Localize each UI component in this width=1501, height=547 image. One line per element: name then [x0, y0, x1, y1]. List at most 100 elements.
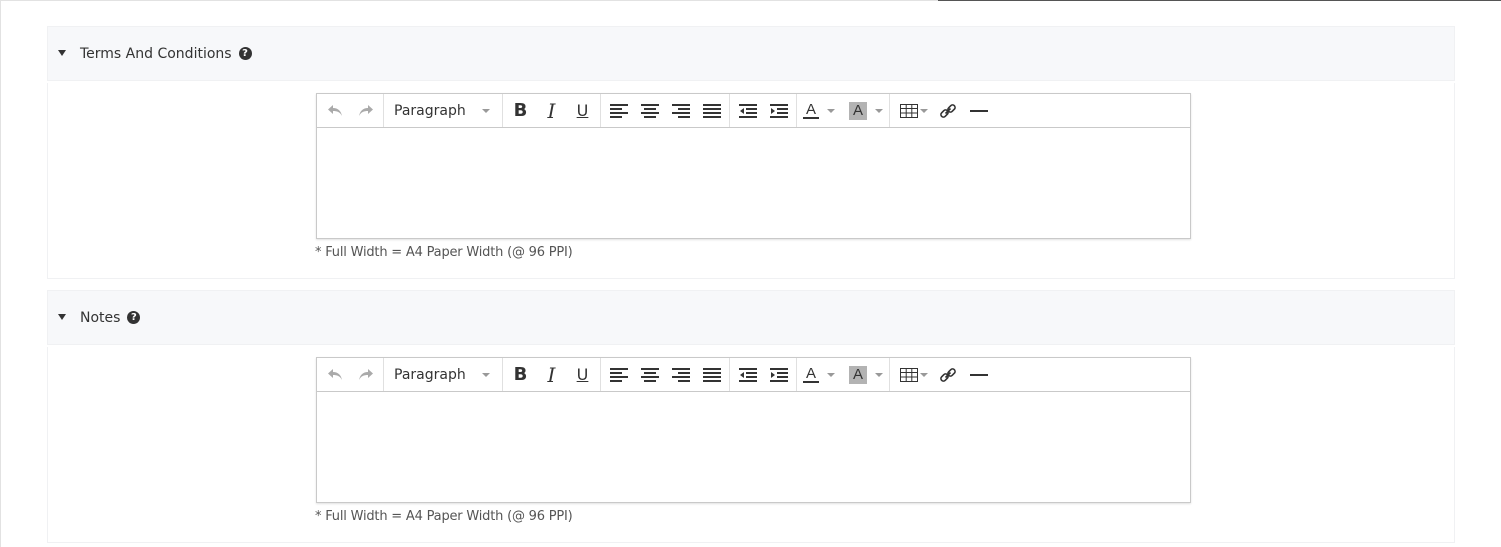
question-circle-icon[interactable]: ?: [238, 47, 252, 60]
table-button[interactable]: [892, 95, 932, 127]
indent-group: [730, 94, 797, 127]
text-color-icon: A: [803, 366, 819, 383]
text-color-button[interactable]: A: [799, 359, 839, 391]
background-color-button[interactable]: A: [845, 95, 887, 127]
width-footnote: * Full Width = A4 Paper Width (@ 96 PPI): [315, 245, 573, 260]
indent-button[interactable]: [763, 359, 794, 391]
style-group: B I U: [503, 358, 601, 391]
outdent-button[interactable]: [732, 95, 763, 127]
redo-icon: [358, 368, 373, 380]
underline-icon: U: [576, 365, 589, 384]
italic-button[interactable]: I: [536, 359, 567, 391]
question-circle-icon[interactable]: ?: [127, 311, 141, 324]
underline-icon: U: [576, 101, 589, 120]
style-group: B I U: [503, 94, 601, 127]
block-format-label: Paragraph: [394, 366, 466, 383]
chevron-down-icon[interactable]: [875, 108, 883, 113]
redo-button[interactable]: [350, 359, 381, 391]
background-color-icon: A: [849, 365, 867, 384]
align-center-button[interactable]: [634, 95, 665, 127]
redo-button[interactable]: [350, 95, 381, 127]
undo-icon: [327, 104, 342, 116]
insert-group: [890, 94, 996, 127]
notes-section-body: Paragraph B I U A A * Full Width = A4 Pa…: [47, 347, 1455, 543]
horizontal-rule-button[interactable]: [963, 95, 994, 127]
table-button[interactable]: [892, 359, 932, 391]
indent-button[interactable]: [763, 95, 794, 127]
link-button[interactable]: [932, 359, 963, 391]
block-format-select[interactable]: Paragraph: [386, 95, 500, 127]
align-center-icon: [640, 367, 659, 382]
notes-section: Notes ? Paragraph B I U A A * Full Width…: [47, 290, 1455, 543]
editor-toolbar: Paragraph B I U A A: [317, 358, 1190, 392]
table-icon: [900, 103, 918, 118]
horizontal-rule-icon: [969, 109, 988, 112]
format-group: Paragraph: [384, 94, 503, 127]
horizontal-rule-icon: [969, 373, 988, 376]
chevron-down-icon: [482, 108, 490, 113]
editor-content-area[interactable]: [317, 128, 1190, 238]
rich-text-editor: Paragraph B I U A A: [316, 357, 1191, 503]
underline-button[interactable]: U: [567, 95, 598, 127]
block-format-label: Paragraph: [394, 102, 466, 119]
chevron-down-icon[interactable]: [920, 372, 928, 377]
editor-content-area[interactable]: [317, 392, 1190, 502]
top-divider: [938, 0, 1501, 1]
indent-icon: [769, 103, 788, 118]
link-button[interactable]: [932, 95, 963, 127]
undo-button[interactable]: [319, 95, 350, 127]
chevron-down-icon: [482, 372, 490, 377]
undo-icon: [327, 368, 342, 380]
collapse-caret-icon[interactable]: [58, 49, 66, 56]
bold-button[interactable]: B: [505, 359, 536, 391]
chevron-down-icon[interactable]: [827, 372, 835, 377]
align-justify-button[interactable]: [696, 359, 727, 391]
color-group: A A: [797, 94, 890, 127]
section-title: Notes: [80, 309, 121, 326]
align-justify-button[interactable]: [696, 95, 727, 127]
background-color-glyph: A: [852, 101, 863, 119]
block-format-select[interactable]: Paragraph: [386, 359, 500, 391]
underline-button[interactable]: U: [567, 359, 598, 391]
background-color-button[interactable]: A: [845, 359, 887, 391]
align-justify-icon: [702, 103, 721, 118]
align-center-button[interactable]: [634, 359, 665, 391]
bold-icon: B: [513, 364, 528, 385]
text-color-icon: A: [803, 100, 819, 119]
format-group: Paragraph: [384, 358, 503, 391]
align-right-icon: [671, 367, 690, 382]
italic-icon: I: [547, 98, 556, 123]
align-right-button[interactable]: [665, 95, 696, 127]
notes-section-header[interactable]: Notes ?: [47, 290, 1455, 345]
align-left-icon: [609, 103, 628, 118]
editor-toolbar: Paragraph B I U A A: [317, 94, 1190, 128]
background-color-icon: A: [849, 101, 867, 120]
italic-button[interactable]: I: [536, 95, 567, 127]
text-color-button[interactable]: A: [799, 95, 839, 127]
align-right-icon: [671, 103, 690, 118]
chevron-down-icon[interactable]: [827, 108, 835, 113]
bold-icon: B: [513, 100, 528, 121]
horizontal-rule-button[interactable]: [963, 359, 994, 391]
align-group: [601, 94, 730, 127]
bold-button[interactable]: B: [505, 95, 536, 127]
background-color-glyph: A: [852, 365, 863, 383]
align-right-button[interactable]: [665, 359, 696, 391]
align-left-button[interactable]: [603, 359, 634, 391]
outdent-icon: [738, 103, 757, 118]
collapse-caret-icon[interactable]: [58, 313, 66, 320]
redo-icon: [358, 104, 373, 116]
undo-button[interactable]: [319, 359, 350, 391]
table-icon: [900, 367, 918, 382]
terms-section-header[interactable]: Terms And Conditions ?: [47, 26, 1455, 81]
history-group: [317, 94, 384, 127]
terms-section-body: Paragraph B I U A A * Full Width = A4 Pa…: [47, 83, 1455, 279]
rich-text-editor: Paragraph B I U A A: [316, 93, 1191, 239]
text-color-glyph: A: [805, 100, 816, 118]
align-group: [601, 358, 730, 391]
link-icon: [939, 367, 956, 382]
chevron-down-icon[interactable]: [875, 372, 883, 377]
outdent-button[interactable]: [732, 359, 763, 391]
chevron-down-icon[interactable]: [920, 108, 928, 113]
align-left-button[interactable]: [603, 95, 634, 127]
